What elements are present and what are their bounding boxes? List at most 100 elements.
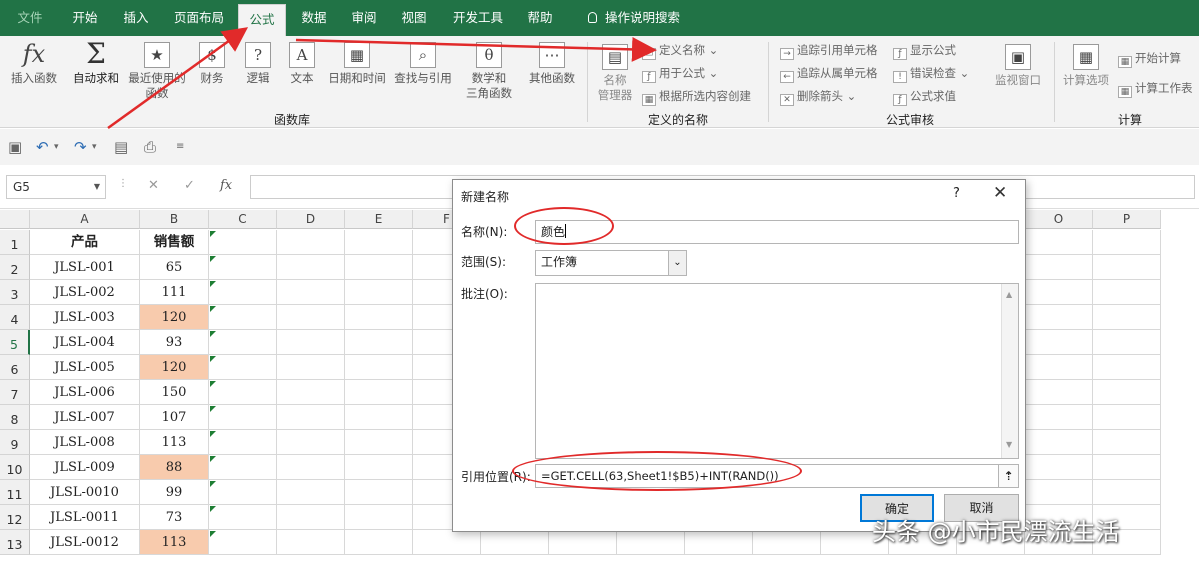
autosum-button[interactable]: Σ 自动求和 <box>68 40 124 86</box>
more-functions-button[interactable]: ⋯ 其他函数 <box>522 42 582 86</box>
tab-file[interactable]: 文件 <box>8 0 52 36</box>
error-checking-button[interactable]: ! 错误检查 ⌄ <box>893 65 969 83</box>
row-header[interactable]: 3 <box>0 280 30 305</box>
calc-now-button[interactable]: ▦ 开始计算 <box>1118 50 1181 68</box>
row-header[interactable]: 10 <box>0 455 30 480</box>
cell-a1[interactable]: 产品 <box>30 230 140 255</box>
insert-function-button[interactable]: fx 插入函数 <box>6 42 62 86</box>
cell-empty[interactable] <box>1025 430 1093 455</box>
cell-a12[interactable]: JLSL-0011 <box>30 505 140 530</box>
cell-empty[interactable] <box>209 505 277 530</box>
fx-icon[interactable]: fx <box>220 178 232 193</box>
cell-empty[interactable] <box>1025 355 1093 380</box>
evaluate-formula-button[interactable]: ƒ 公式求值 <box>893 88 956 106</box>
save-as-icon[interactable]: ▤ <box>114 138 128 156</box>
cell-empty[interactable] <box>209 230 277 255</box>
redo-icon[interactable]: ↷ <box>74 138 87 156</box>
cell-empty[interactable] <box>277 530 345 555</box>
row-header[interactable]: 2 <box>0 255 30 280</box>
undo-dropdown-icon[interactable]: ▾ <box>54 142 59 152</box>
chevron-down-icon[interactable]: ▼ <box>94 176 100 198</box>
cell-empty[interactable] <box>1093 305 1161 330</box>
cell-b8[interactable]: 107 <box>140 405 209 430</box>
comment-scrollbar[interactable]: ▲ ▼ <box>1001 284 1018 458</box>
cell-empty[interactable] <box>345 305 413 330</box>
cell-empty[interactable] <box>277 305 345 330</box>
row-header[interactable]: 7 <box>0 380 30 405</box>
cell-empty[interactable] <box>209 455 277 480</box>
cell-empty[interactable] <box>209 255 277 280</box>
chevron-down-icon[interactable]: ⌄ <box>668 251 686 275</box>
cell-b2[interactable]: 65 <box>140 255 209 280</box>
cell-a10[interactable]: JLSL-009 <box>30 455 140 480</box>
cell-b7[interactable]: 150 <box>140 380 209 405</box>
cell-a8[interactable]: JLSL-007 <box>30 405 140 430</box>
cell-empty[interactable] <box>1025 280 1093 305</box>
cell-b9[interactable]: 113 <box>140 430 209 455</box>
scroll-up-icon[interactable]: ▲ <box>1006 284 1012 306</box>
undo-icon[interactable]: ↶ <box>36 138 49 156</box>
cell-empty[interactable] <box>277 430 345 455</box>
remove-arrows-button[interactable]: ✕ 删除箭头 ⌄ <box>780 88 856 106</box>
column-header-o[interactable]: O <box>1025 210 1093 229</box>
financial-button[interactable]: $ 财务 <box>192 42 232 86</box>
cell-b3[interactable]: 111 <box>140 280 209 305</box>
cell-empty[interactable] <box>1093 330 1161 355</box>
cell-empty[interactable] <box>685 530 753 555</box>
cell-empty[interactable] <box>209 380 277 405</box>
row-header[interactable]: 9 <box>0 430 30 455</box>
cell-b12[interactable]: 73 <box>140 505 209 530</box>
watch-window-button[interactable]: ▣ 监视窗口 <box>990 44 1046 88</box>
cell-empty[interactable] <box>209 430 277 455</box>
text-functions-button[interactable]: A 文本 <box>282 42 322 86</box>
cell-empty[interactable] <box>345 430 413 455</box>
name-box[interactable]: G5 ▼ <box>6 175 106 199</box>
define-name-button[interactable]: ▭ 定义名称 ⌄ <box>642 42 718 60</box>
cell-empty[interactable] <box>1025 380 1093 405</box>
cell-a13[interactable]: JLSL-0012 <box>30 530 140 555</box>
cancel-formula-icon[interactable]: ✕ <box>148 178 159 193</box>
cell-b6[interactable]: 120 <box>140 355 209 380</box>
cell-empty[interactable] <box>1093 480 1161 505</box>
tab-view[interactable]: 视图 <box>392 0 436 36</box>
calc-options-button[interactable]: ▦ 计算选项 <box>1058 44 1114 88</box>
cell-empty[interactable] <box>345 255 413 280</box>
calc-sheet-button[interactable]: ▦ 计算工作表 <box>1118 80 1193 98</box>
column-header-p[interactable]: P <box>1093 210 1161 229</box>
cell-empty[interactable] <box>1025 305 1093 330</box>
column-header-d[interactable]: D <box>277 210 345 229</box>
cell-empty[interactable] <box>209 330 277 355</box>
help-icon[interactable]: ? <box>953 186 960 201</box>
row-header[interactable]: 8 <box>0 405 30 430</box>
cell-empty[interactable] <box>413 530 481 555</box>
cell-empty[interactable] <box>277 255 345 280</box>
cell-empty[interactable] <box>1093 230 1161 255</box>
cell-empty[interactable] <box>209 480 277 505</box>
column-header-a[interactable]: A <box>30 210 140 229</box>
select-all-corner[interactable] <box>0 210 30 229</box>
name-manager-button[interactable]: ▤ 名称 管理器 <box>592 44 638 103</box>
create-from-selection-button[interactable]: ▦ 根据所选内容创建 <box>642 88 751 106</box>
cell-empty[interactable] <box>277 505 345 530</box>
save-icon[interactable]: ▣ <box>8 138 22 156</box>
trace-precedents-button[interactable]: → 追踪引用单元格 <box>780 42 878 60</box>
cell-empty[interactable] <box>277 355 345 380</box>
cell-b1[interactable]: 销售额 <box>140 230 209 255</box>
use-in-formula-button[interactable]: ƒ 用于公式 ⌄ <box>642 65 718 83</box>
cell-empty[interactable] <box>1025 230 1093 255</box>
tab-page-layout[interactable]: 页面布局 <box>166 0 232 36</box>
cell-a9[interactable]: JLSL-008 <box>30 430 140 455</box>
cell-empty[interactable] <box>209 355 277 380</box>
cell-empty[interactable] <box>481 530 549 555</box>
math-trig-button[interactable]: θ 数学和 三角函数 <box>458 42 520 101</box>
tab-data[interactable]: 数据 <box>292 0 336 36</box>
comment-textarea[interactable]: ▲ ▼ <box>535 283 1019 459</box>
cell-empty[interactable] <box>277 380 345 405</box>
column-header-e[interactable]: E <box>345 210 413 229</box>
cell-empty[interactable] <box>1093 455 1161 480</box>
cell-b4[interactable]: 120 <box>140 305 209 330</box>
row-header[interactable]: 11 <box>0 480 30 505</box>
cell-empty[interactable] <box>345 380 413 405</box>
cell-empty[interactable] <box>1093 430 1161 455</box>
cell-b5[interactable]: 93 <box>140 330 209 355</box>
